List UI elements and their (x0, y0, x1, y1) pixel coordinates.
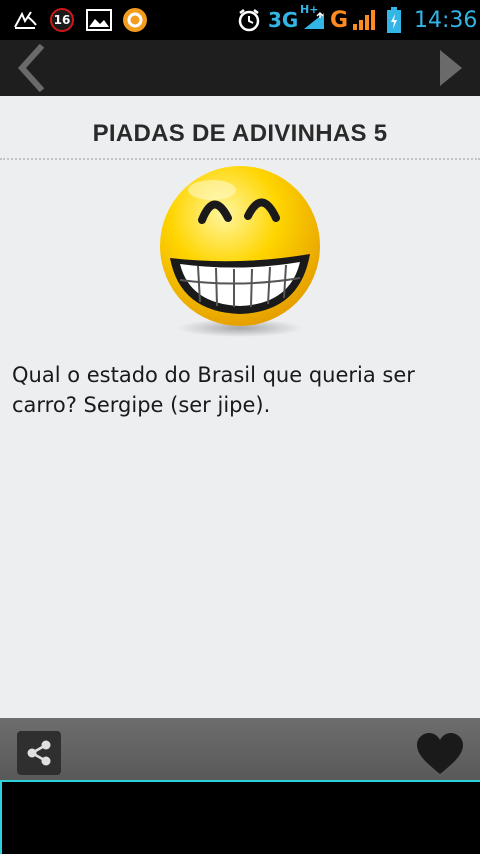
forward-button[interactable] (420, 40, 480, 96)
title-divider (0, 158, 480, 160)
image-notification-icon (86, 0, 112, 40)
status-bar: 16 3G H+ G 14:36 (0, 0, 480, 40)
joke-text: Qual o estado do Brasil que queria ser c… (12, 363, 415, 417)
heart-icon (417, 733, 463, 774)
grinning-face-icon (160, 166, 320, 337)
action-bar (0, 40, 480, 96)
share-icon (27, 740, 51, 766)
signal-bars-icon (302, 0, 326, 40)
battery-charging-icon (386, 0, 402, 40)
network-3g-label: 3G (268, 8, 299, 32)
joke-content: PIADAS DE ADIVINHAS 5 Qual o estado do B… (0, 96, 480, 718)
play-forward-icon (440, 50, 462, 86)
signal-bars-2-icon (352, 0, 378, 40)
share-button[interactable] (17, 731, 61, 775)
clock-label: 14:36 (414, 7, 478, 33)
alarm-clock-icon (236, 0, 262, 40)
ad-banner-area[interactable] (0, 780, 480, 854)
network-g: G (330, 0, 348, 40)
app-screen: 16 3G H+ G 14:36 PIADAS DE ADIVINHAS 5 Q… (0, 0, 480, 854)
orange-app-icon (122, 0, 148, 40)
notification-count: 16 (50, 8, 74, 32)
network-3g: 3G (268, 0, 298, 40)
swipe-app-icon (12, 0, 38, 40)
bottom-toolbar (0, 718, 480, 780)
status-time: 14:36 (414, 0, 477, 40)
back-button[interactable] (0, 40, 60, 96)
chevron-left-icon (17, 44, 45, 92)
notification-badge: 16 (50, 0, 74, 40)
page-title: PIADAS DE ADIVINHAS 5 (92, 120, 388, 147)
favorite-button[interactable] (412, 730, 468, 778)
network-g-label: G (330, 7, 349, 33)
